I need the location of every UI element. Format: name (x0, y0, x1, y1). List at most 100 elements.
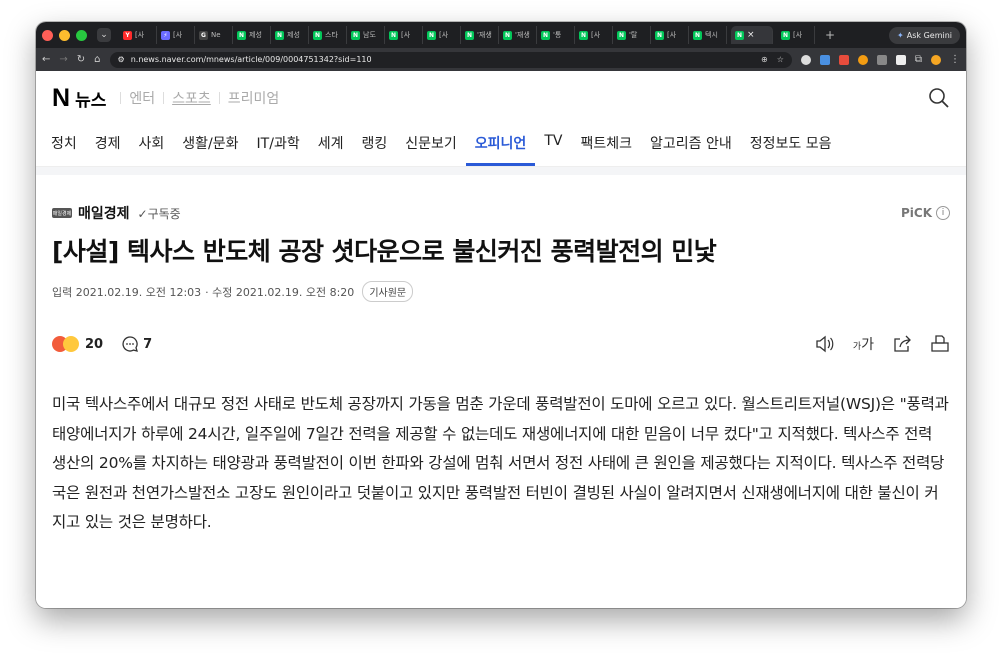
url-text: n.news.naver.com/mnews/article/009/00047… (130, 55, 372, 64)
share-icon[interactable] (892, 335, 912, 353)
press-logo[interactable]: 매일경제 (52, 208, 72, 218)
nav-item[interactable]: 알고리즘 안내 (641, 125, 741, 166)
tab-favicon-icon: N (351, 30, 360, 40)
service-link-entertainment[interactable]: 엔터 (129, 88, 155, 108)
tab-bar: ⌄ Y [사 ⚡ [사 G Ne N 제성 N 제성 N 스타 N 남도 N [사 N [사 N '재생 N '재생 N '통… (36, 22, 966, 48)
extensions-puzzle-icon[interactable]: ⧉ (915, 54, 922, 65)
comment-button[interactable]: 7 (121, 335, 152, 353)
tab-label: [사 (667, 31, 677, 39)
browser-tab[interactable]: N 텍시 (689, 26, 727, 44)
article-dates: 입력 2021.02.19. 오전 12:03 · 수정 2021.02.19.… (52, 281, 950, 302)
tab-label: [사 (135, 31, 145, 39)
reload-icon[interactable]: ↻ (77, 54, 85, 65)
forward-icon[interactable]: → (59, 54, 67, 65)
audio-speaker-icon[interactable] (815, 335, 835, 353)
tab-favicon-icon: N (275, 30, 284, 40)
print-icon[interactable] (930, 335, 950, 353)
comment-count: 7 (143, 336, 153, 352)
maximize-window-button[interactable] (76, 29, 87, 41)
font-size-button[interactable]: 가가 (853, 334, 874, 354)
close-window-button[interactable] (42, 29, 53, 41)
browser-tab[interactable]: N '재생 (461, 26, 499, 44)
new-tab-button[interactable]: + (819, 28, 841, 42)
extension-icon[interactable] (800, 54, 811, 65)
extension-icon[interactable] (819, 54, 830, 65)
browser-tab[interactable]: N 제성 (271, 26, 309, 44)
reaction-button[interactable] (52, 336, 79, 352)
browser-tab[interactable]: N [사 (651, 26, 689, 44)
browser-tab[interactable]: N [사 (385, 26, 423, 44)
divider (120, 92, 122, 104)
menu-kebab-icon[interactable]: ⋮ (950, 54, 960, 65)
nav-item[interactable]: 팩트체크 (571, 125, 641, 166)
nav-item[interactable]: 사회 (130, 125, 174, 166)
service-links: 엔터 스포츠 프리미엄 (120, 88, 279, 108)
tab-label: 제성 (287, 31, 300, 39)
browser-tab[interactable]: N '탈 (613, 26, 651, 44)
browser-tab[interactable]: N 남도 (347, 26, 385, 44)
tab-favicon-icon: N (389, 30, 398, 40)
tab-close-icon[interactable]: × (747, 30, 755, 40)
extension-icon[interactable] (838, 54, 849, 65)
back-icon[interactable]: ← (42, 54, 50, 65)
ask-gemini-button[interactable]: ✦ Ask Gemini (889, 26, 960, 44)
browser-tab[interactable]: N [사 (423, 26, 461, 44)
nav-item[interactable]: 신문보기 (396, 125, 466, 166)
search-icon[interactable] (928, 87, 950, 109)
nav-item[interactable]: IT/과학 (248, 125, 309, 166)
naver-favicon-icon: N (781, 30, 790, 40)
minimize-window-button[interactable] (59, 29, 70, 41)
tab-search-icon[interactable]: ⌄ (97, 28, 111, 42)
press-info: 매일경제 매일경제 ✓구독중 PiCK i (52, 203, 950, 223)
tab-favicon-icon: N (427, 30, 436, 40)
extension-icon[interactable] (876, 54, 887, 65)
nav-item[interactable]: 정치 (42, 125, 86, 166)
browser-tab[interactable]: N '통 (537, 26, 575, 44)
browser-tab[interactable]: G Ne (195, 26, 233, 44)
browser-tab[interactable]: N [사 (575, 26, 613, 44)
naver-news-page: N 뉴스 엔터 스포츠 프리미엄 정치 경제 사회 생활/문화 IT/과학 세계 랭킹 신문보… (36, 71, 966, 608)
profile-avatar[interactable] (931, 54, 941, 65)
nav-item[interactable]: 오피니언 (465, 125, 536, 166)
browser-tab[interactable]: ⚡ [사 (157, 26, 195, 44)
browser-tab[interactable]: Y [사 (119, 26, 157, 44)
bookmark-star-icon[interactable]: ☆ (777, 55, 784, 64)
tab-favicon-icon: N (541, 30, 550, 40)
subscribe-button[interactable]: ✓구독중 (138, 205, 181, 222)
site-info-icon[interactable]: ⚙ (118, 55, 125, 64)
tab-active[interactable]: N × (731, 26, 773, 44)
tab-label: 텍시 (705, 31, 718, 39)
nav-item[interactable]: 세계 (309, 125, 353, 166)
tab-label: 남도 (363, 31, 376, 39)
zoom-icon[interactable]: ⊕ (761, 55, 768, 64)
tab-label: [사 (173, 31, 183, 39)
service-link-sports[interactable]: 스포츠 (172, 88, 211, 108)
pick-badge: PiCK i (901, 206, 950, 220)
naver-logo[interactable]: N (52, 84, 70, 113)
nav-item[interactable]: 정정보도 모음 (741, 125, 841, 166)
global-header: N 뉴스 엔터 스포츠 프리미엄 (36, 71, 966, 125)
nav-item[interactable]: TV (535, 125, 571, 166)
browser-window: ⌄ Y [사 ⚡ [사 G Ne N 제성 N 제성 N 스타 N 남도 N [사 N [사 N '재생 N '재생 N '통… (36, 22, 966, 608)
home-icon[interactable]: ⌂ (94, 54, 100, 65)
browser-tab[interactable]: N 제성 (233, 26, 271, 44)
browser-tab[interactable]: N '재생 (499, 26, 537, 44)
nav-item[interactable]: 생활/문화 (173, 125, 247, 166)
address-bar[interactable]: ⚙ n.news.naver.com/mnews/article/009/000… (109, 51, 792, 68)
tab-favicon-icon: N (237, 30, 246, 40)
press-name[interactable]: 매일경제 (78, 203, 130, 223)
tab-after-active[interactable]: N [사 (777, 26, 815, 44)
smile-emoji-icon (63, 336, 79, 352)
info-icon[interactable]: i (936, 206, 950, 220)
tab-favicon-icon: Y (123, 30, 132, 40)
service-link-premium[interactable]: 프리미엄 (228, 88, 280, 108)
original-article-button[interactable]: 기사원문 (362, 281, 414, 302)
header-divider-band (36, 167, 966, 175)
news-logo-text[interactable]: 뉴스 (75, 86, 106, 111)
browser-tab[interactable]: N 스타 (309, 26, 347, 44)
nav-item[interactable]: 랭킹 (352, 125, 396, 166)
extension-icon[interactable] (895, 54, 906, 65)
nav-item[interactable]: 경제 (86, 125, 130, 166)
extension-icon[interactable] (857, 54, 868, 65)
article: 매일경제 매일경제 ✓구독중 PiCK i [사설] 텍사스 반도체 공장 셧다… (36, 203, 966, 538)
